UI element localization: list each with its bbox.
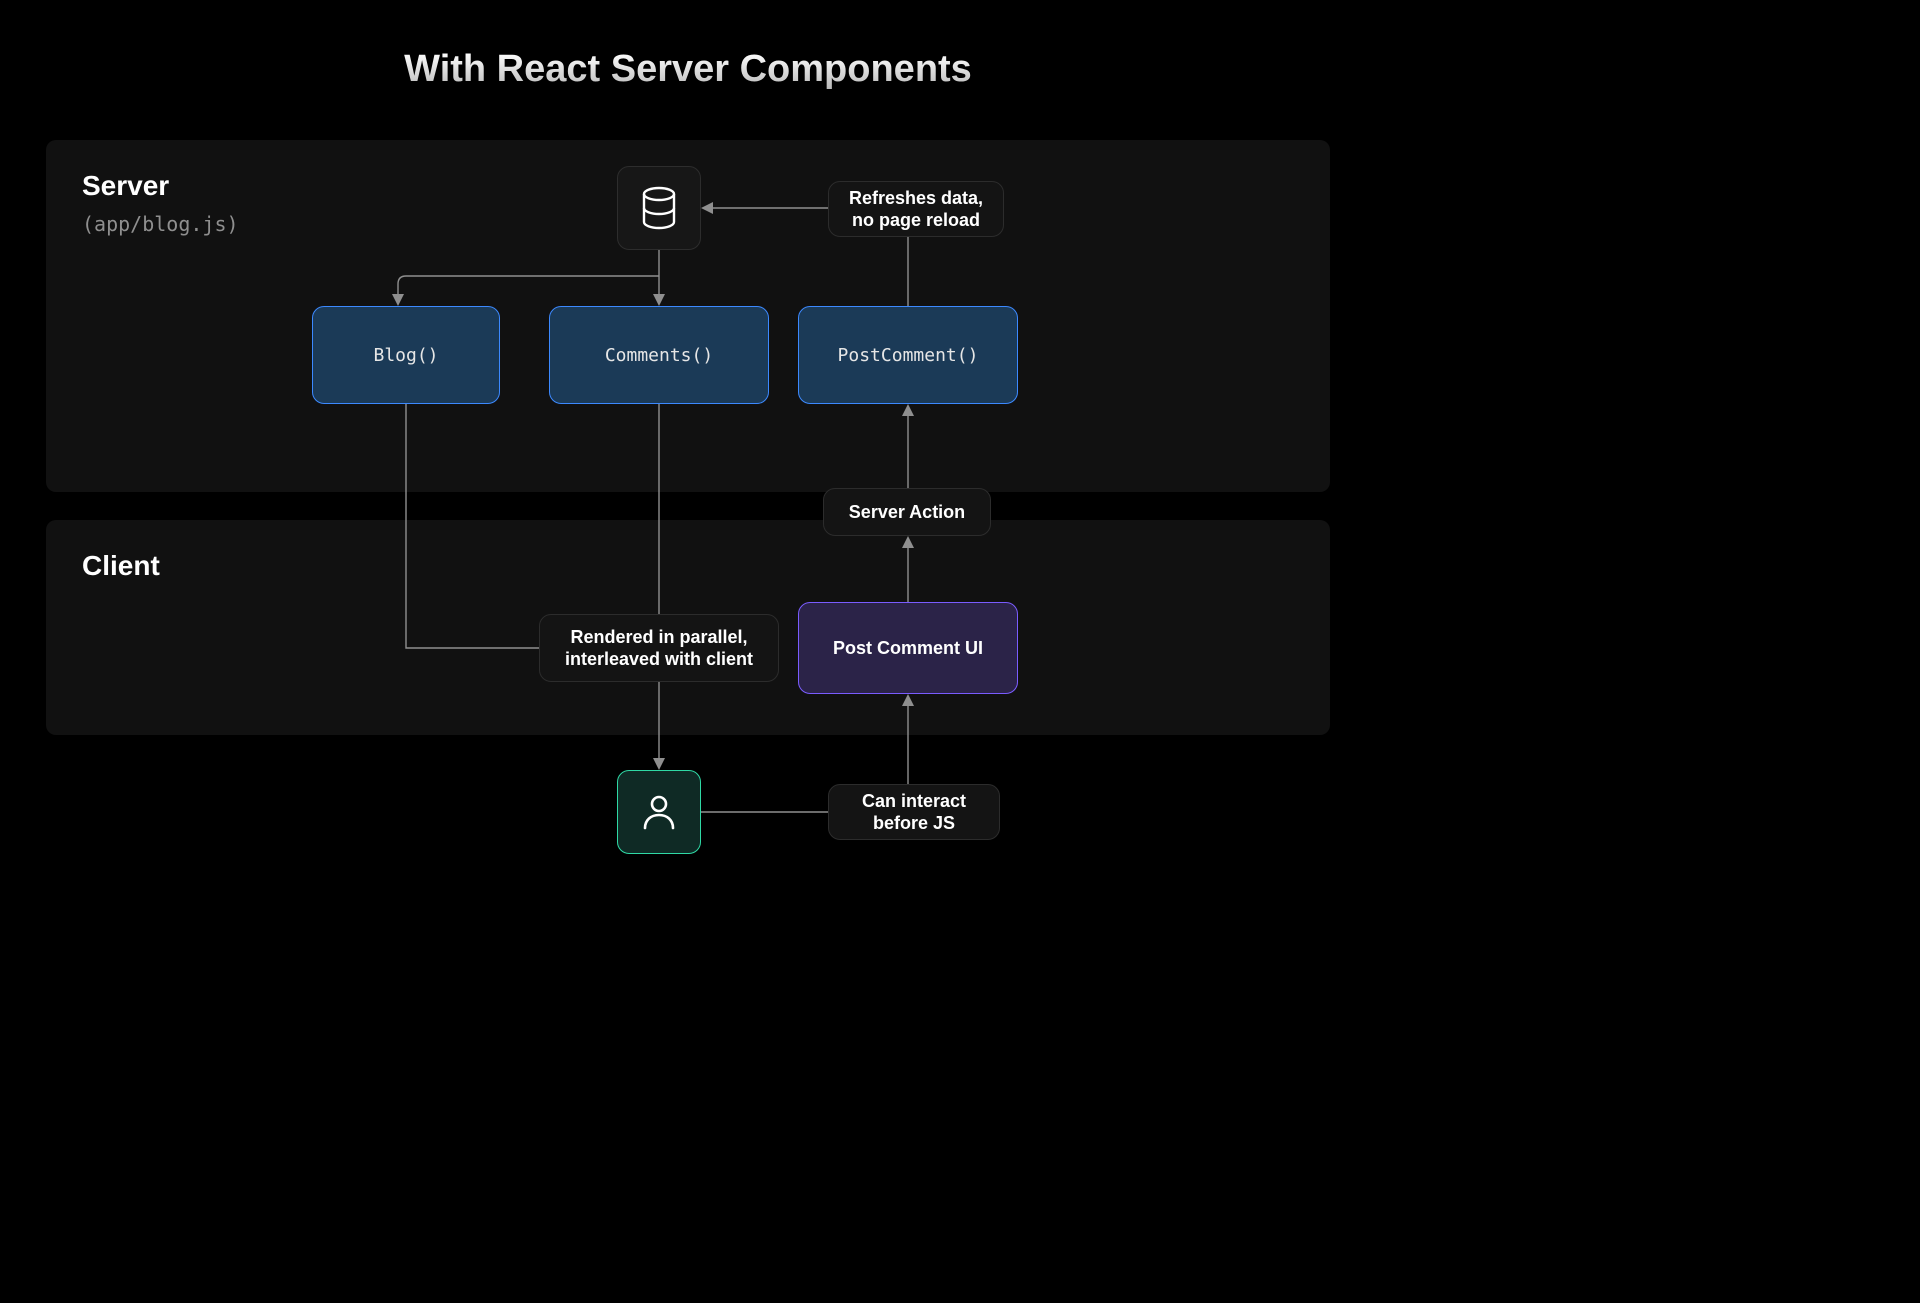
server-panel-title: Server bbox=[82, 170, 169, 202]
user-icon bbox=[617, 770, 701, 854]
server-panel-subtitle: (app/blog.js) bbox=[82, 212, 239, 236]
node-postcomment: PostComment() bbox=[798, 306, 1018, 404]
note-refresh: Refreshes data, no page reload bbox=[828, 181, 1004, 237]
note-rendered: Rendered in parallel, interleaved with c… bbox=[539, 614, 779, 682]
note-rendered-text: Rendered in parallel, interleaved with c… bbox=[565, 626, 753, 671]
note-interact: Can interact before JS bbox=[828, 784, 1000, 840]
diagram-title: With React Server Components bbox=[0, 48, 1376, 91]
node-comments: Comments() bbox=[549, 306, 769, 404]
note-interact-text: Can interact before JS bbox=[862, 790, 966, 835]
node-post-comment-ui: Post Comment UI bbox=[798, 602, 1018, 694]
note-server-action: Server Action bbox=[823, 488, 991, 536]
client-panel-title: Client bbox=[82, 550, 160, 582]
node-blog: Blog() bbox=[312, 306, 500, 404]
database-icon bbox=[617, 166, 701, 250]
note-refresh-text: Refreshes data, no page reload bbox=[849, 187, 983, 232]
